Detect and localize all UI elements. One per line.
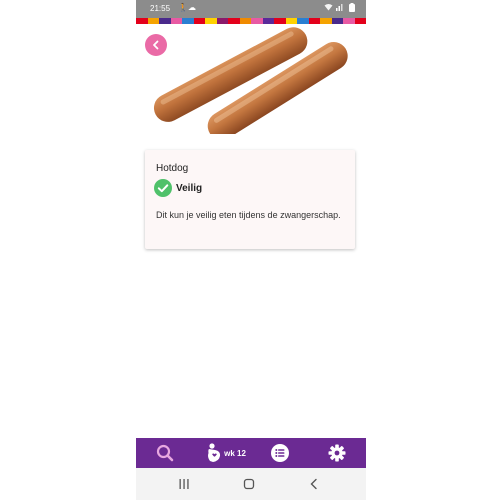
food-info-card: Hotdog Veilig Dit kun je veilig eten tij…	[145, 150, 355, 249]
system-navigation-bar	[136, 468, 366, 500]
signal-icon	[336, 3, 343, 14]
back-icon	[310, 478, 317, 490]
nav-search-button[interactable]	[150, 438, 180, 468]
status-bar: 21:55 🚶 ☁	[136, 0, 366, 18]
battery-icon	[348, 3, 356, 15]
week-label: wk 12	[224, 448, 246, 458]
cloud-icon: ☁	[188, 3, 196, 12]
home-button[interactable]	[229, 468, 269, 500]
back-nav-button[interactable]	[294, 468, 334, 500]
list-icon	[271, 444, 289, 462]
pregnant-belly-icon	[208, 443, 221, 462]
app-screen: 21:55 🚶 ☁ Hotdog Veilig Dit kun je veili…	[136, 0, 366, 500]
walking-icon: 🚶	[178, 3, 188, 12]
checkmark-icon	[154, 179, 172, 197]
gear-icon	[328, 444, 346, 462]
food-description: Dit kun je veilig eten tijdens de zwange…	[156, 210, 341, 220]
search-icon	[156, 444, 174, 462]
recents-icon	[179, 479, 189, 489]
chevron-left-icon	[153, 40, 159, 50]
recents-button[interactable]	[164, 468, 204, 500]
back-button[interactable]	[145, 34, 167, 56]
wifi-icon	[324, 3, 333, 14]
nav-week-button[interactable]: wk 12	[202, 438, 250, 468]
home-icon	[243, 478, 255, 490]
food-title: Hotdog	[156, 163, 189, 174]
status-time: 21:55	[150, 4, 171, 13]
safety-status-label: Veilig	[176, 183, 203, 194]
nav-list-button[interactable]	[265, 438, 295, 468]
hotdog-sausages-image	[136, 24, 366, 140]
nav-settings-button[interactable]	[322, 438, 352, 468]
bottom-navigation: wk 12	[136, 438, 366, 468]
